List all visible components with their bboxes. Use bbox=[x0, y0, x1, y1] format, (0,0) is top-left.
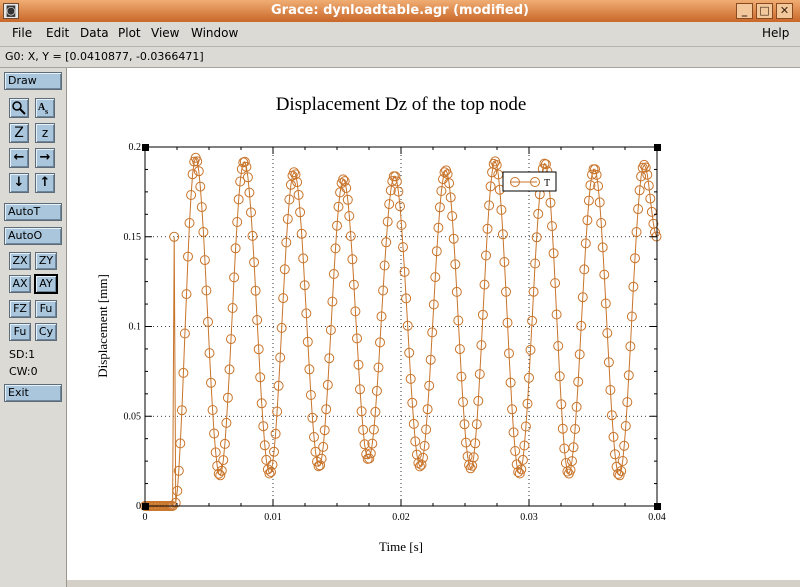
fz-button[interactable]: FZ bbox=[9, 300, 31, 318]
draw-button[interactable]: Draw bbox=[4, 72, 62, 90]
ay-button[interactable]: AY bbox=[34, 274, 58, 294]
menu-file[interactable]: File bbox=[12, 26, 32, 40]
x-tick-label: 0.01 bbox=[264, 512, 282, 523]
menu-window[interactable]: Window bbox=[191, 26, 238, 40]
x-tick-label: 0.02 bbox=[392, 512, 410, 523]
graph-corner-handle bbox=[142, 503, 149, 510]
menu-edit[interactable]: Edit bbox=[46, 26, 69, 40]
y-tick-label: 0.1 bbox=[129, 322, 142, 333]
y-tick-label: 0.15 bbox=[124, 232, 142, 243]
close-button[interactable]: ✕ bbox=[776, 3, 793, 19]
scroll-right-button[interactable]: → bbox=[35, 148, 55, 168]
x-tick-label: 0.04 bbox=[648, 512, 666, 523]
minimize-button[interactable]: _ bbox=[736, 3, 753, 19]
x-tick-label: 0 bbox=[143, 512, 148, 523]
zoom-in-button[interactable]: Z bbox=[9, 123, 29, 143]
autoscale-icon: As bbox=[38, 102, 48, 116]
menu-bar: File Edit Data Plot View Window Help bbox=[0, 22, 800, 47]
y-tick-label: 0 bbox=[136, 501, 141, 512]
tool-panel: Draw As Z z ← → ↓ ↑ AutoT AutoO ZX ZY AX… bbox=[0, 68, 67, 587]
magnifier-icon bbox=[12, 101, 26, 115]
chart-title: Displacement Dz of the top node bbox=[276, 94, 527, 115]
y-tick-label: 0.05 bbox=[124, 411, 142, 422]
current-world-label: CW:0 bbox=[9, 365, 38, 378]
exit-button[interactable]: Exit bbox=[4, 384, 62, 402]
zx-button[interactable]: ZX bbox=[9, 252, 31, 270]
scroll-down-button[interactable]: ↓ bbox=[9, 173, 29, 193]
menu-view[interactable]: View bbox=[151, 26, 179, 40]
menu-plot[interactable]: Plot bbox=[118, 26, 141, 40]
autot-button[interactable]: AutoT bbox=[4, 203, 62, 221]
menu-help[interactable]: Help bbox=[762, 26, 789, 40]
set-display-label: SD:1 bbox=[9, 348, 36, 361]
x-tick-label: 0.03 bbox=[520, 512, 538, 523]
fu-button[interactable]: Fu bbox=[35, 300, 57, 318]
graph-corner-handle bbox=[654, 144, 661, 151]
grid-lines bbox=[145, 147, 657, 506]
y-axis-label: Displacement [mm] bbox=[95, 274, 110, 378]
menu-data[interactable]: Data bbox=[80, 26, 109, 40]
horizontal-scrollbar[interactable] bbox=[67, 580, 800, 587]
fu2-button[interactable]: Fu bbox=[9, 323, 31, 341]
legend[interactable]: T bbox=[502, 171, 557, 192]
legend-label: T bbox=[544, 178, 550, 189]
scroll-up-button[interactable]: ↑ bbox=[35, 173, 55, 193]
window-title: Grace: dynloadtable.agr (modified) bbox=[270, 3, 529, 18]
y-tick-label: 0.2 bbox=[129, 142, 142, 153]
plot-canvas[interactable]: Displacement Dz of the top node Displace… bbox=[67, 68, 800, 587]
maximize-button[interactable]: □ bbox=[756, 3, 773, 19]
coordinates-readout: G0: X, Y = [0.0410877, -0.0366471] bbox=[5, 50, 204, 63]
cy-button[interactable]: Cy bbox=[35, 323, 57, 341]
zoom-out-button[interactable]: z bbox=[35, 123, 55, 143]
scroll-left-button[interactable]: ← bbox=[9, 148, 29, 168]
coordinates-bar: G0: X, Y = [0.0410877, -0.0366471] bbox=[0, 47, 800, 68]
graph-corner-handle bbox=[654, 503, 661, 510]
zoom-button[interactable] bbox=[9, 98, 29, 118]
autoo-button[interactable]: AutoO bbox=[4, 227, 62, 245]
autoscale-tool-button[interactable]: As bbox=[35, 98, 55, 118]
x-axis-label: Time [s] bbox=[379, 539, 423, 554]
svg-text:s: s bbox=[45, 107, 48, 116]
ax-button[interactable]: AX bbox=[9, 275, 31, 293]
graph-svg[interactable]: Displacement Dz of the top node Displace… bbox=[67, 68, 800, 580]
zy-button[interactable]: ZY bbox=[35, 252, 57, 270]
title-bar[interactable]: ◙ Grace: dynloadtable.agr (modified) _ □… bbox=[0, 0, 800, 22]
graph-corner-handle bbox=[142, 144, 149, 151]
